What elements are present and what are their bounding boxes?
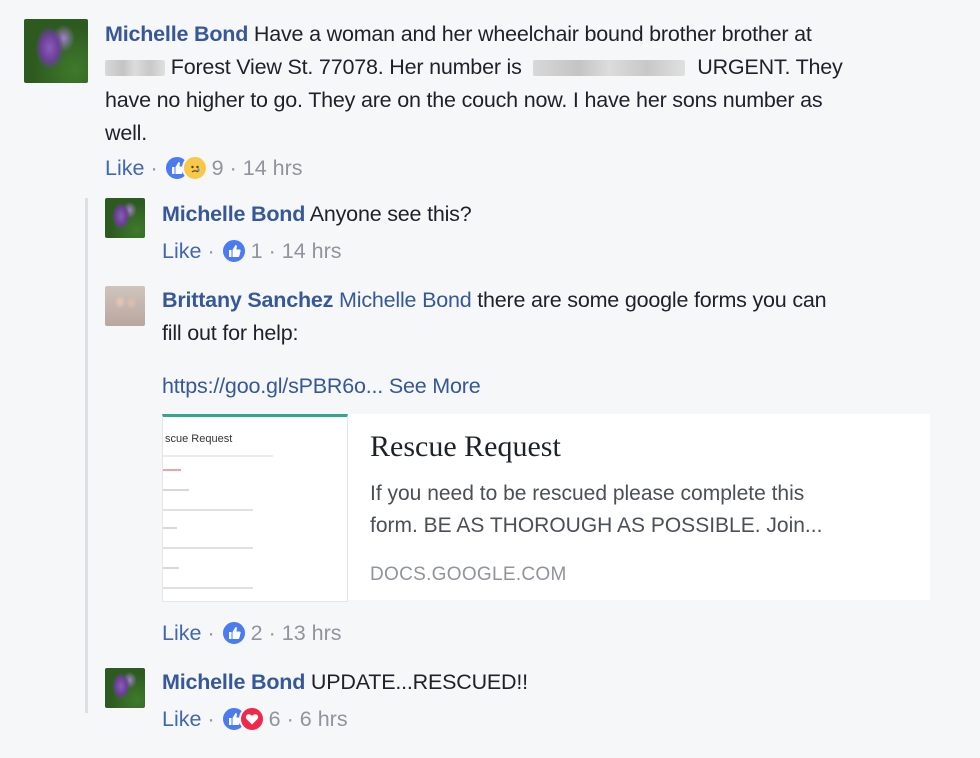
reply-link-line: https://goo.gl/sPBR6o... See More <box>162 370 481 403</box>
comment-text: have no higher to go. They are on the co… <box>105 88 823 112</box>
avatar[interactable] <box>105 668 145 708</box>
reactions[interactable] <box>220 620 247 646</box>
reply-text: there are some google forms you can <box>477 288 827 312</box>
description-line: form. BE AS THOROUGH AS POSSIBLE. Join..… <box>370 514 823 537</box>
thumbnail-line <box>163 567 179 569</box>
reaction-count: 2 <box>250 620 263 645</box>
reply-body: Michelle Bond Anyone see this? <box>162 198 472 231</box>
reply-thread-line <box>85 198 88 713</box>
reactions[interactable] <box>220 706 265 732</box>
separator: · <box>229 155 237 180</box>
separator: · <box>286 706 294 731</box>
reply-meta: Like · 6 · 6 hrs <box>162 706 348 732</box>
separator: · <box>268 238 276 263</box>
description-line: If you need to be rescued please complet… <box>370 482 805 505</box>
avatar[interactable] <box>105 198 145 238</box>
reply-text: fill out for help: <box>162 321 299 345</box>
like-reaction-icon <box>220 620 247 646</box>
reply-author[interactable]: Brittany Sanchez <box>162 288 333 312</box>
like-reaction-icon <box>220 238 247 264</box>
comment-author[interactable]: Michelle Bond <box>105 22 248 46</box>
timestamp[interactable]: 14 hrs <box>282 239 342 264</box>
reaction-count: 9 <box>211 155 224 180</box>
link-preview-domain: DOCS.GOOGLE.COM <box>370 564 567 585</box>
reply-text: Anyone see this? <box>309 202 472 226</box>
reply-meta: Like · 2 · 13 hrs <box>162 620 342 646</box>
reply-body: Michelle Bond UPDATE...RESCUED!! <box>162 666 528 699</box>
thumbnail-line <box>163 489 189 491</box>
like-button[interactable]: Like <box>162 621 201 646</box>
like-button[interactable]: Like <box>162 239 201 264</box>
like-button[interactable]: Like <box>105 156 144 181</box>
like-button[interactable]: Like <box>162 707 201 732</box>
reply-body: Brittany Sanchez Michelle Bond there are… <box>162 284 962 350</box>
separator: · <box>207 706 215 731</box>
link-preview-title[interactable]: Rescue Request <box>370 430 561 464</box>
reactions[interactable] <box>220 238 247 264</box>
reply-meta: Like · 1 · 14 hrs <box>162 238 342 264</box>
comment-text: Have a woman and her wheelchair bound br… <box>253 22 812 46</box>
thumbnail-line <box>163 527 177 529</box>
link-preview-card[interactable]: scue Request Rescue Request If you need … <box>162 414 930 602</box>
comment-text: well. <box>105 121 148 145</box>
comment-text: URGENT. They <box>697 55 843 79</box>
avatar[interactable] <box>105 286 145 326</box>
reply-author[interactable]: Michelle Bond <box>162 202 305 226</box>
reply-text: UPDATE...RESCUED!! <box>310 670 528 694</box>
reaction-count: 1 <box>250 238 263 263</box>
redacted-block <box>533 60 686 77</box>
thumbnail-line <box>163 509 253 511</box>
shortened-url-link[interactable]: https://goo.gl/sPBR6o... <box>162 374 383 398</box>
separator: · <box>150 155 158 180</box>
thumbnail-line <box>163 469 181 471</box>
separator: · <box>268 620 276 645</box>
mention-link[interactable]: Michelle Bond <box>339 288 472 312</box>
love-reaction-icon <box>238 706 265 732</box>
see-more-link[interactable]: See More <box>389 374 481 398</box>
comment-meta: Like · 9 · 14 hrs <box>105 155 303 181</box>
timestamp[interactable]: 6 hrs <box>300 707 348 732</box>
sad-reaction-icon <box>181 155 208 181</box>
avatar[interactable] <box>24 19 88 83</box>
thumbnail-line <box>163 455 273 457</box>
reaction-count: 6 <box>268 706 281 731</box>
thumbnail-line <box>163 547 253 549</box>
thumbnail-form-title: scue Request <box>165 433 233 445</box>
link-preview-description: If you need to be rescued please complet… <box>370 478 910 542</box>
reply-author[interactable]: Michelle Bond <box>162 670 305 694</box>
reactions[interactable] <box>163 155 208 181</box>
thumbnail-line <box>163 587 253 589</box>
redacted-block <box>105 60 165 77</box>
timestamp[interactable]: 14 hrs <box>243 156 303 181</box>
comment-body: Michelle Bond Have a woman and her wheel… <box>105 18 965 150</box>
timestamp[interactable]: 13 hrs <box>282 621 342 646</box>
comment-text: Forest View St. 77078. Her number is <box>170 55 522 79</box>
link-preview-thumbnail: scue Request <box>162 414 348 602</box>
separator: · <box>207 620 215 645</box>
separator: · <box>207 238 215 263</box>
